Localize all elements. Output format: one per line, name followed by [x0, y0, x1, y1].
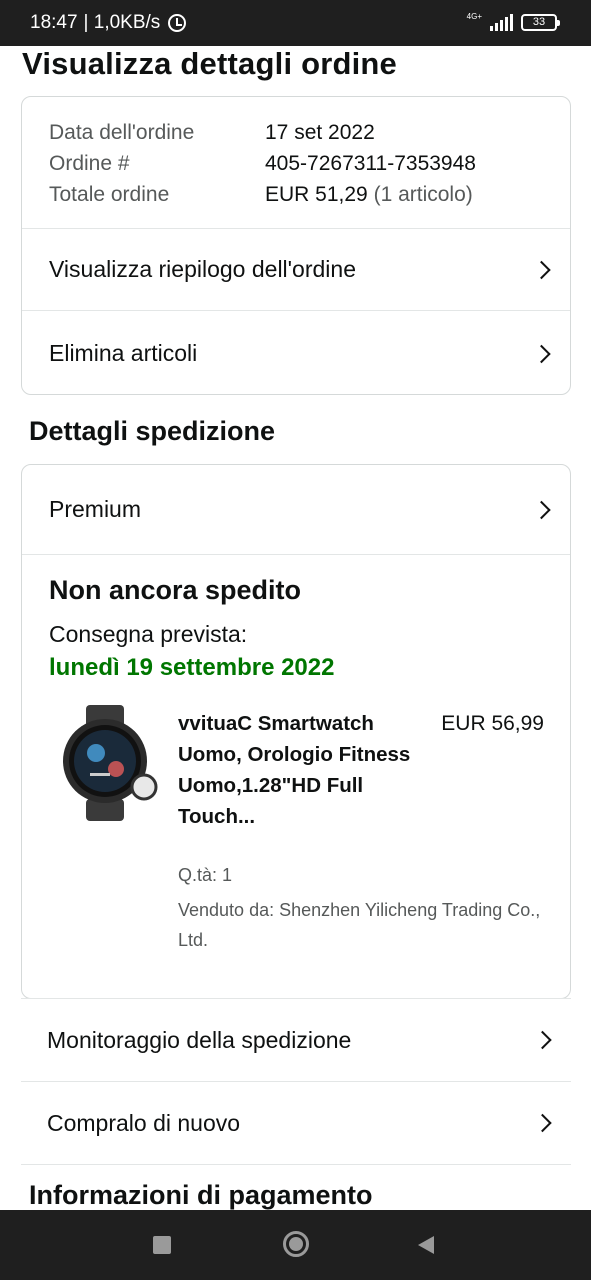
chevron-right-icon — [533, 1030, 552, 1050]
delivery-date: lunedì 19 settembre 2022 — [49, 654, 335, 681]
order-info-grid: Data dell'ordine 17 set 2022 Ordine # 40… — [49, 117, 476, 210]
alarm-icon — [168, 14, 187, 32]
signal-icon — [490, 13, 513, 31]
recents-icon[interactable] — [153, 1236, 171, 1254]
status-left: 18:47 | 1,0KB/s — [30, 12, 187, 34]
network-type: 4G+ — [466, 12, 482, 21]
order-total-items: (1 articolo) — [373, 183, 473, 206]
shipping-divider — [22, 554, 570, 555]
shipping-card: Premium Non ancora spedito Consegna prev… — [21, 464, 571, 999]
navigation-bar — [0, 1210, 591, 1280]
status-time: 18:47 — [30, 12, 78, 33]
track-shipment-link[interactable]: Monitoraggio della spedizione — [21, 998, 571, 1081]
order-total-value: EUR 51,29 (1 articolo) — [265, 179, 473, 210]
order-summary-link[interactable]: Visualizza riepilogo dell'ordine — [22, 228, 570, 310]
order-date-label: Data dell'ordine — [49, 121, 195, 144]
order-total-label: Totale ordine — [49, 183, 170, 206]
order-date-row: Data dell'ordine 17 set 2022 — [49, 117, 476, 148]
status-bar: 18:47 | 1,0KB/s 4G+ 33 — [0, 0, 591, 46]
chevron-right-icon — [532, 500, 551, 519]
remove-items-label: Elimina articoli — [49, 340, 198, 366]
chevron-right-icon — [533, 1113, 552, 1133]
order-number-row: Ordine # 405-7267311-7353948 — [49, 148, 476, 179]
home-icon[interactable] — [283, 1231, 309, 1257]
page-title: Visualizza dettagli ordine — [22, 46, 397, 81]
chevron-right-icon — [532, 344, 551, 363]
order-info-card: Data dell'ordine 17 set 2022 Ordine # 40… — [21, 96, 571, 395]
product-price: EUR 56,99 — [441, 712, 544, 735]
section-divider — [21, 1164, 571, 1165]
order-total-amount: EUR 51,29 — [265, 183, 368, 206]
page-content: Visualizza dettagli ordine Data dell'ord… — [0, 46, 591, 1210]
shipping-status: Non ancora spedito — [49, 575, 302, 605]
product-seller: Venduto da: Shenzhen Yilicheng Trading C… — [178, 900, 541, 950]
shipping-method-link[interactable]: Premium — [22, 465, 570, 554]
order-number-value: 405-7267311-7353948 — [265, 152, 476, 175]
back-icon[interactable] — [418, 1236, 434, 1254]
product-title-link[interactable]: vvituaC Smartwatch Uomo, Orologio Fitnes… — [178, 708, 418, 832]
order-total-row: Totale ordine EUR 51,29 (1 articolo) — [49, 179, 476, 210]
shipping-section-title: Dettagli spedizione — [29, 416, 276, 446]
buy-again-label: Compralo di nuovo — [47, 1109, 241, 1136]
product-quantity: Q.tà: 1 — [178, 865, 233, 885]
track-shipment-label: Monitoraggio della spedizione — [47, 1026, 352, 1053]
shipping-method-label: Premium — [49, 496, 142, 522]
battery-level: 33 — [532, 16, 546, 28]
status-speed: | 1,0KB/s — [83, 12, 161, 33]
buy-again-link[interactable]: Compralo di nuovo — [21, 1081, 571, 1164]
order-summary-label: Visualizza riepilogo dell'ordine — [49, 256, 356, 282]
battery-icon: 33 — [521, 14, 560, 31]
order-number-label: Ordine # — [49, 152, 130, 175]
order-date-value: 17 set 2022 — [265, 121, 375, 144]
status-right: 4G+ 33 — [466, 12, 560, 31]
payment-section-title: Informazioni di pagamento — [29, 1180, 373, 1210]
remove-items-link[interactable]: Elimina articoli — [22, 310, 570, 394]
smartwatch-image[interactable] — [50, 703, 160, 823]
delivery-label: Consegna prevista: — [49, 621, 248, 647]
chevron-right-icon — [532, 260, 551, 279]
